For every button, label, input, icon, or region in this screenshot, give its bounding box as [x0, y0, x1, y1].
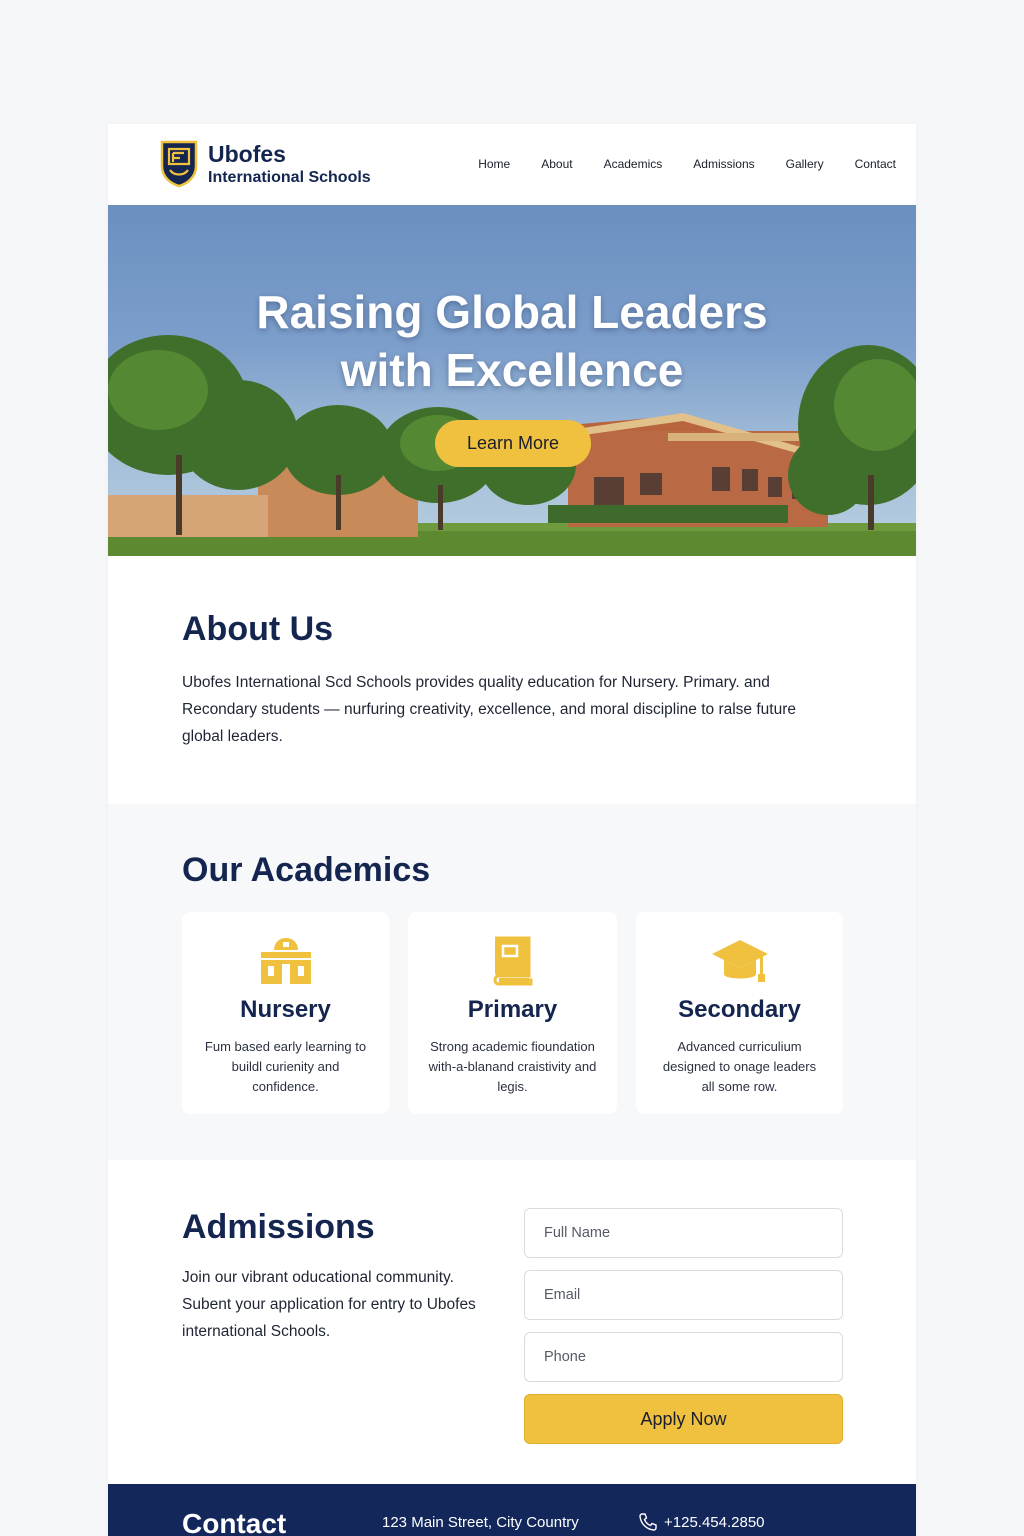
- nav-home[interactable]: Home: [478, 157, 510, 171]
- school-house-icon: [260, 938, 311, 984]
- book-icon: [492, 936, 532, 986]
- nav-gallery[interactable]: Gallery: [786, 157, 824, 171]
- nav-academics[interactable]: Academics: [604, 157, 663, 171]
- hero-banner: Raising Global Leaders with Excellence L…: [108, 205, 916, 556]
- nav-admissions[interactable]: Admissions: [693, 157, 754, 171]
- logo[interactable]: Ubofes International Schools: [160, 140, 371, 188]
- phone-input[interactable]: [524, 1332, 843, 1382]
- academics-cards: Nursery Fum based early learning to buil…: [182, 912, 843, 1114]
- footer-phone-number: +125.454.2850: [664, 1513, 765, 1531]
- about-title: About Us: [182, 610, 334, 648]
- main-nav: Home About Academics Admissions Gallery …: [447, 157, 896, 171]
- site-header: Ubofes International Schools Home About …: [108, 124, 916, 205]
- academic-card-primary[interactable]: Primary Strong academic fioundation with…: [408, 912, 617, 1114]
- school-crest-icon: [160, 140, 198, 188]
- admissions-text: Join our vibrant oducational community. …: [182, 1269, 476, 1340]
- apply-now-button[interactable]: Apply Now: [524, 1394, 843, 1444]
- card-description: Advanced curriculium designed to onage l…: [662, 1039, 817, 1094]
- card-title: Primary: [467, 996, 558, 1023]
- nav-contact[interactable]: Contact: [855, 157, 896, 171]
- graduation-cap-icon: [711, 940, 768, 982]
- about-text: Ubofes International Scd Schools provide…: [182, 674, 796, 745]
- nav-about[interactable]: About: [541, 157, 572, 171]
- card-description: Strong academic fioundation with-a-blana…: [428, 1039, 597, 1094]
- admissions-form: Apply Now: [524, 1208, 843, 1444]
- admissions-title: Admissions: [182, 1208, 375, 1246]
- contact-footer: Contact 123 Main Street, City Country +1…: [108, 1484, 916, 1536]
- page-container: Ubofes International Schools Home About …: [108, 124, 916, 1536]
- brand-name: Ubofes: [208, 140, 286, 167]
- email-input[interactable]: [524, 1270, 843, 1320]
- about-section: About Us Ubofes International Scd School…: [108, 556, 916, 804]
- academics-title: Our Academics: [182, 851, 431, 889]
- hero-title: Raising Global Leaders with Excellence: [108, 283, 916, 399]
- card-title: Nursery: [240, 996, 331, 1023]
- learn-more-button[interactable]: Learn More: [435, 420, 591, 467]
- full-name-input[interactable]: [524, 1208, 843, 1258]
- admissions-section: Admissions Join our vibrant oducational …: [108, 1160, 916, 1484]
- card-title: Secondary: [678, 996, 801, 1023]
- academic-card-nursery[interactable]: Nursery Fum based early learning to buil…: [182, 912, 389, 1114]
- academics-section: Our Academics Nursery Fum based early le…: [108, 804, 916, 1160]
- hero-title-line2: with Excellence: [340, 344, 684, 396]
- footer-address: 123 Main Street, City Country: [382, 1514, 579, 1531]
- phone-icon: [639, 1513, 657, 1531]
- card-description: Fum based early learning to buildl curie…: [204, 1039, 367, 1094]
- academic-card-secondary[interactable]: Secondary Advanced curriculium designed …: [636, 912, 843, 1114]
- hero-title-line1: Raising Global Leaders: [256, 286, 768, 338]
- footer-phone[interactable]: +125.454.2850: [638, 1512, 765, 1532]
- footer-title: Contact: [182, 1508, 287, 1536]
- brand-subtitle: International Schools: [208, 168, 371, 186]
